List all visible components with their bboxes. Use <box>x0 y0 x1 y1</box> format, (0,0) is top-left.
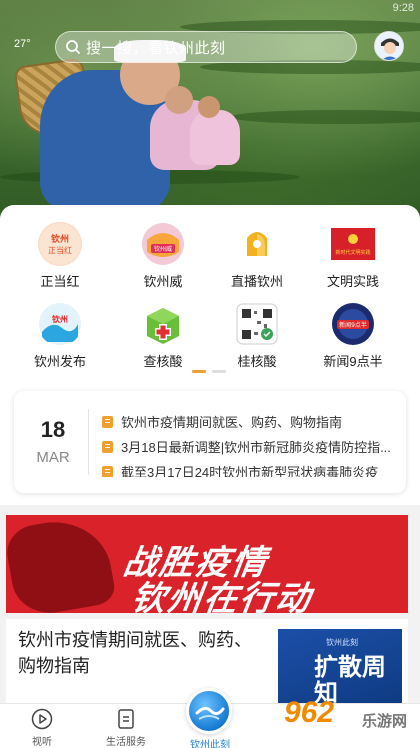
doc-icon <box>102 440 113 453</box>
medical-kit-icon <box>141 302 185 346</box>
date-month: MAR <box>36 449 70 466</box>
grid-label: 新闻9点半 <box>323 354 383 369</box>
grid-label: 文明实践 <box>326 274 379 289</box>
tea-picker-head <box>198 96 220 118</box>
status-time: 9:28 <box>392 2 414 14</box>
svg-text:钦州: 钦州 <box>52 314 68 324</box>
grid-item-news930[interactable]: 新闻9点半 新闻9点半 <box>308 302 398 370</box>
grid-label: 正当红 <box>40 274 80 289</box>
zhengdanghong-icon: 钦州 正当红 <box>38 222 82 266</box>
page-indicator <box>192 370 226 373</box>
news-item[interactable]: 截至3月17日24时钦州市新型冠状病毒肺炎疫 <box>102 459 402 477</box>
watermark-number: 962 <box>284 696 335 729</box>
watermark-text: 乐游网 <box>362 713 408 730</box>
tea-row <box>230 110 420 124</box>
search-icon <box>64 38 82 56</box>
nav-item-service[interactable]: 生活服务 <box>86 708 166 748</box>
nav-label: 视听 <box>32 737 52 748</box>
grid-item-gui-nucleic[interactable]: 桂核酸 <box>212 302 302 370</box>
grid-item-zhengdanghong[interactable]: 钦州 正当红 正当红 <box>15 222 105 290</box>
news-item-text: 3月18日最新调整|钦州市新冠肺炎疫情防控指... <box>121 440 391 455</box>
news-ticker-card[interactable]: 18 MAR 钦州市疫情期间就医、购药、购物指南 3月18日最新调整|钦州市新冠… <box>14 391 406 493</box>
watermark-logo: 962 乐游网 <box>278 696 416 742</box>
doc-icon <box>102 415 113 428</box>
page-dot[interactable] <box>212 370 226 373</box>
tea-picker-head <box>165 86 193 114</box>
nav-label-center: 钦州此刻 <box>190 740 230 748</box>
nav-label: 生活服务 <box>106 737 146 748</box>
doc-icon <box>102 465 113 477</box>
grid-item-check-nucleic[interactable]: 查核酸 <box>118 302 208 370</box>
globe-icon[interactable] <box>186 688 232 734</box>
weather-text: 27° <box>14 38 31 50</box>
svg-text:新闻9点半: 新闻9点半 <box>339 321 367 329</box>
page-dot-active[interactable] <box>192 370 206 373</box>
grid-item-civilization[interactable]: 新时代文明实践 文明实践 <box>308 222 398 290</box>
tea-picker-figure <box>190 110 240 165</box>
campaign-banner[interactable]: 战胜疫情 钦州在行动 <box>6 515 408 613</box>
divider <box>88 409 89 475</box>
grid-label: 钦州威 <box>143 274 183 289</box>
civilization-icon: 新时代文明实践 <box>331 222 375 266</box>
search-placeholder: 搜一搜，看钦州此刻 <box>86 39 226 57</box>
news-item-text: 钦州市疫情期间就医、购药、购物指南 <box>121 415 343 430</box>
banner-line2: 钦州在行动 <box>128 580 315 613</box>
qinzhouwei-icon: 钦州威 <box>141 222 185 266</box>
news-item-text: 截至3月17日24时钦州市新型冠状病毒肺炎疫 <box>121 465 379 477</box>
svg-text:钦州: 钦州 <box>51 233 69 245</box>
grid-label: 查核酸 <box>143 354 183 369</box>
fist-icon <box>6 515 118 613</box>
play-icon <box>31 708 53 730</box>
grid-item-qinzhouwei[interactable]: 钦州威 钦州威 <box>118 222 208 290</box>
svg-text:钦州威: 钦州威 <box>154 245 172 253</box>
grid-item-publish[interactable]: 钦州 钦州发布 <box>15 302 105 370</box>
date-day: 18 <box>40 417 66 442</box>
article-title: 钦州市疫情期间就医、购药、购物指南 <box>18 630 252 676</box>
news-icon: 新闻9点半 <box>331 302 375 346</box>
date-block: 18 MAR <box>28 417 78 466</box>
news-item[interactable]: 3月18日最新调整|钦州市新冠肺炎疫情防控指... <box>102 434 402 459</box>
svg-text:新时代文明实践: 新时代文明实践 <box>335 249 370 256</box>
qr-code-icon <box>235 302 279 346</box>
grid-label: 直播钦州 <box>230 274 283 289</box>
service-icon <box>115 708 137 730</box>
thumb-caption: 钦州此刻 <box>326 638 358 647</box>
grid-label: 桂核酸 <box>237 354 277 369</box>
grid-item-live[interactable]: 直播钦州 <box>212 222 302 290</box>
search-bar[interactable]: 搜一搜，看钦州此刻 <box>55 31 357 63</box>
publish-icon: 钦州 <box>38 302 82 346</box>
grid-label: 钦州发布 <box>33 354 86 369</box>
news-item[interactable]: 钦州市疫情期间就医、购药、购物指南 <box>102 409 402 434</box>
news-list: 钦州市疫情期间就医、购药、购物指南 3月18日最新调整|钦州市新冠肺炎疫情防控指… <box>102 409 402 477</box>
svg-text:正当红: 正当红 <box>48 245 72 255</box>
nav-item-video[interactable]: 视听 <box>2 708 82 748</box>
live-icon <box>235 222 279 266</box>
avatar[interactable] <box>374 31 404 61</box>
